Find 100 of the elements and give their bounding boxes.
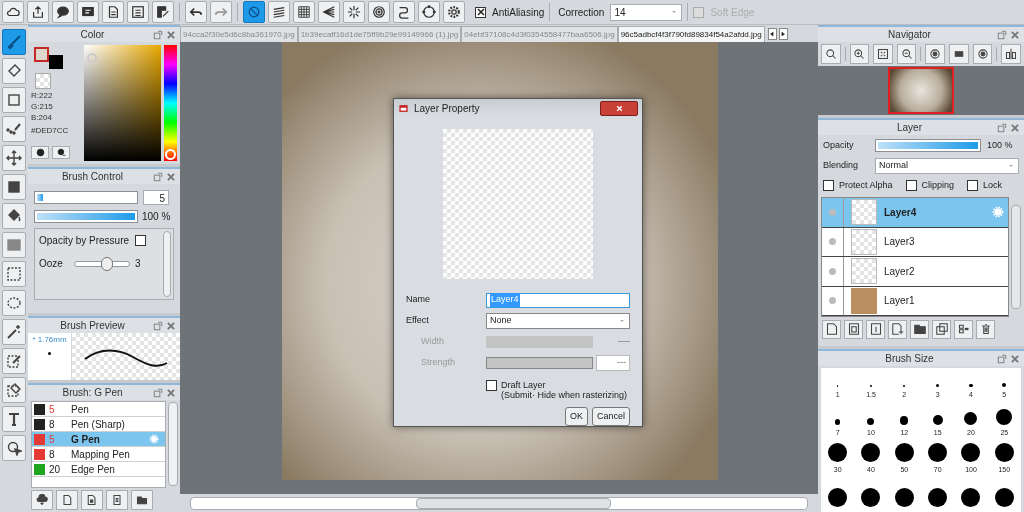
strength-value-field: --- (596, 355, 630, 371)
layer-row[interactable]: Layer2 (822, 257, 1008, 287)
toolbar-button[interactable] (268, 1, 290, 23)
tool-button[interactable] (2, 319, 26, 345)
toolbar-button[interactable] (127, 1, 149, 23)
brush-toolbar-button[interactable] (131, 490, 153, 510)
scrollbar[interactable] (163, 231, 171, 297)
brush-toolbar-button[interactable] (106, 490, 128, 510)
dropdown-arrow-icon (618, 317, 626, 325)
toolbar-button[interactable] (418, 1, 440, 23)
correction-dropdown[interactable]: 14 (610, 3, 683, 21)
tool-button[interactable] (2, 203, 26, 229)
horizontal-scrollbar[interactable] (190, 496, 808, 510)
scrollbar-thumb[interactable] (416, 497, 611, 509)
transparent-color-swatch[interactable] (35, 73, 51, 89)
tab-scroll-right-button[interactable] (778, 28, 788, 40)
checkbox[interactable] (486, 380, 497, 391)
scrollbar[interactable] (1011, 205, 1021, 309)
blending-dropdown[interactable]: Normal (875, 157, 1019, 174)
layer-toolbar-button[interactable] (844, 319, 863, 339)
navigator-button[interactable] (1001, 44, 1021, 64)
close-button[interactable] (600, 100, 638, 116)
layer-toolbar-button[interactable] (910, 319, 929, 339)
checkbox[interactable] (967, 179, 979, 191)
saturation-brightness-field[interactable] (84, 45, 161, 161)
layer-row[interactable]: Layer4 (822, 198, 1008, 228)
toolbar-button[interactable] (293, 1, 315, 23)
navigator-button[interactable] (949, 44, 969, 64)
foreground-color-swatch[interactable] (34, 47, 49, 62)
dropdown-arrow-icon (670, 8, 679, 16)
tool-button[interactable] (2, 145, 26, 171)
file-tab[interactable]: 96c5adbcf4f3f790fd89834f54a2afdd.jpg (617, 26, 765, 42)
hue-slider[interactable] (164, 45, 177, 161)
brush-name: G Pen (71, 432, 101, 447)
tool-button[interactable] (2, 290, 26, 316)
navigator-thumbnail[interactable] (888, 67, 954, 114)
reset-rotation-icon (952, 48, 965, 60)
layer-toolbar-button[interactable] (932, 319, 951, 339)
checkbox[interactable] (905, 179, 917, 191)
toolbar-button[interactable] (152, 1, 174, 23)
checkbox[interactable] (823, 179, 834, 191)
layer-toolbar-button[interactable] (954, 319, 973, 339)
layer-toolbar-button[interactable] (866, 319, 885, 339)
toolbar-button[interactable] (393, 1, 415, 23)
brush-toolbar-button[interactable] (31, 490, 53, 510)
tool-button[interactable] (2, 174, 26, 200)
layer-toolbar-button[interactable] (976, 319, 995, 339)
tool-button[interactable] (2, 377, 26, 403)
color-picker-button[interactable] (52, 146, 70, 159)
brush-size-field[interactable]: 5 (143, 190, 169, 205)
layer-toolbar-button[interactable] (822, 319, 841, 339)
picker-handle[interactable] (87, 53, 97, 63)
toolbar-button[interactable] (2, 1, 24, 23)
brush-toolbar-button[interactable] (81, 490, 103, 510)
layer-thumbnail (851, 199, 877, 226)
navigator-button[interactable] (896, 44, 917, 64)
tool-button[interactable] (2, 348, 26, 374)
brush-list-item[interactable]: 5 Pen (32, 402, 165, 417)
navigator-button[interactable] (925, 44, 946, 64)
navigator-button[interactable] (849, 44, 870, 64)
tool-button[interactable] (2, 261, 26, 287)
redo-icon (214, 5, 228, 19)
effect-dropdown[interactable]: None (486, 313, 630, 329)
background-color-swatch[interactable] (49, 55, 63, 69)
tool-button[interactable] (2, 406, 26, 432)
toolbar-button[interactable] (52, 1, 74, 23)
toolbar-button[interactable] (443, 1, 465, 23)
toolbar-button[interactable] (102, 1, 124, 23)
navigator-button[interactable] (873, 44, 893, 64)
scrollbar[interactable] (168, 402, 178, 486)
brush-list-item[interactable]: 20 Edge Pen (32, 462, 165, 477)
float-icon (153, 171, 163, 182)
slider-track[interactable] (34, 191, 138, 204)
tool-button[interactable] (2, 435, 26, 461)
toolbar-button[interactable] (318, 1, 340, 23)
dialog-button[interactable]: Cancel (592, 407, 630, 426)
navigator-button[interactable] (821, 44, 841, 64)
brush-list-item[interactable]: 8 Pen (Sharp) (32, 417, 165, 432)
toolbar-button[interactable] (77, 1, 99, 23)
tab-scroll-left-button[interactable] (767, 28, 777, 40)
tool-button[interactable] (2, 116, 26, 142)
toolbar-button[interactable] (368, 1, 390, 23)
checkbox[interactable] (475, 6, 486, 18)
merge-icon (957, 323, 970, 335)
slider-thumb[interactable] (101, 256, 114, 271)
checkbox[interactable] (135, 235, 147, 246)
layer-row[interactable]: Layer3 (822, 227, 1008, 257)
tool-button[interactable] (2, 58, 26, 84)
navigator-button[interactable] (972, 44, 993, 64)
toolbar-button[interactable] (27, 1, 49, 23)
dialog-button[interactable]: OK (564, 407, 588, 426)
layer-toolbar-button[interactable] (888, 319, 907, 339)
brush-list-item[interactable]: 5 G Pen (32, 432, 165, 447)
layer-row[interactable]: Layer1 (822, 286, 1008, 316)
folder-icon (913, 323, 926, 335)
brush-list-item[interactable]: 8 Mapping Pen (32, 447, 165, 462)
brush-toolbar-button[interactable] (56, 490, 78, 510)
tool-button[interactable] (2, 87, 26, 113)
toolbar-button[interactable] (185, 1, 207, 23)
palette-button[interactable] (31, 146, 49, 159)
